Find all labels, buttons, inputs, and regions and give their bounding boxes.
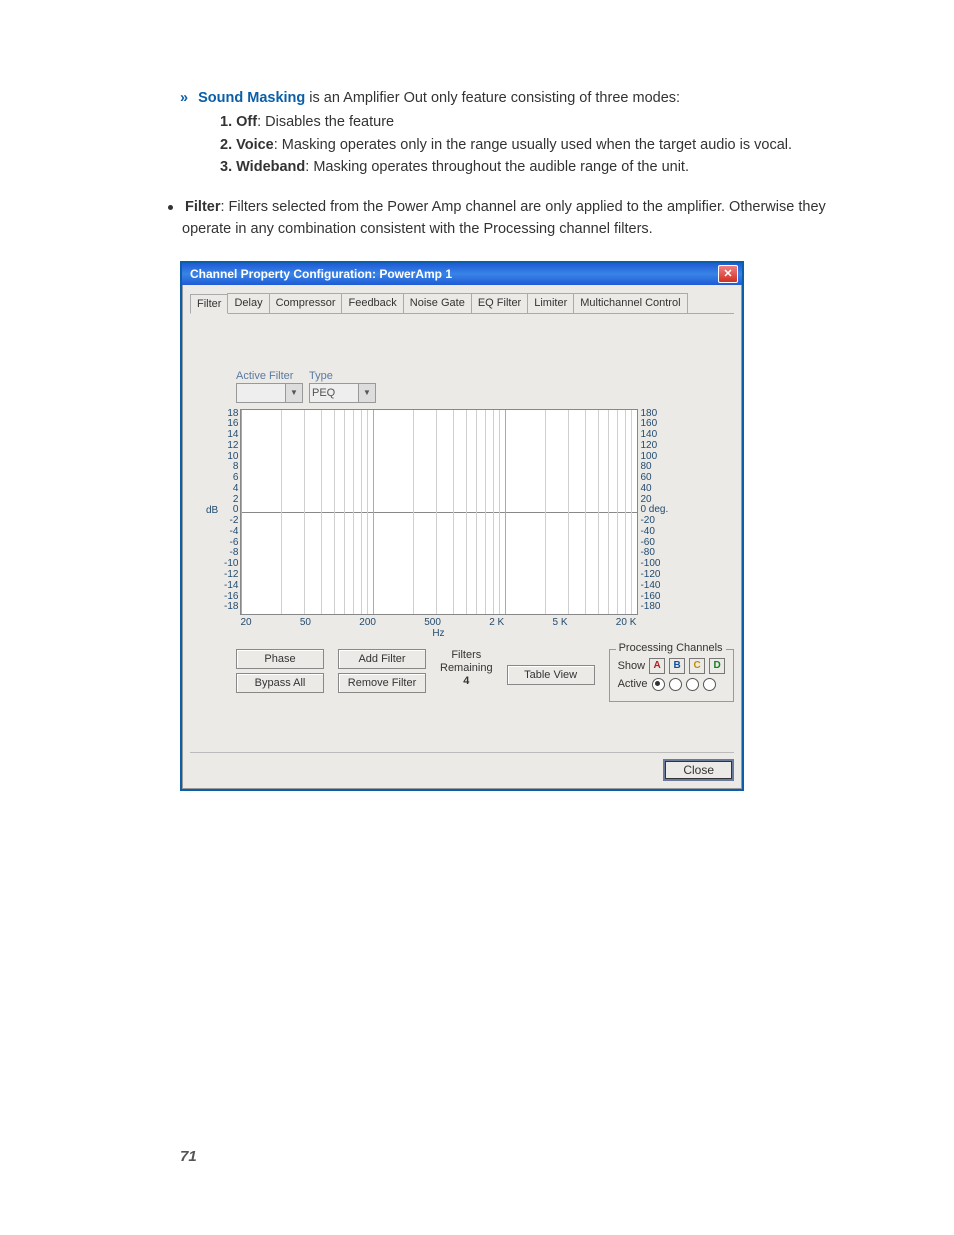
tab-compressor[interactable]: Compressor bbox=[269, 293, 343, 313]
type-label: Type bbox=[309, 370, 376, 382]
show-c-toggle[interactable]: C bbox=[689, 658, 705, 674]
tab-delay[interactable]: Delay bbox=[227, 293, 269, 313]
type-dropdown[interactable]: ▼ bbox=[309, 383, 376, 403]
active-a-radio[interactable] bbox=[652, 678, 665, 691]
table-view-button[interactable]: Table View bbox=[507, 665, 595, 685]
filter-title: Filter bbox=[185, 199, 220, 215]
tab-feedback[interactable]: Feedback bbox=[341, 293, 403, 313]
sound-masking-block: » Sound Masking is an Amplifier Out only… bbox=[180, 88, 844, 179]
sm-title: Sound Masking bbox=[198, 90, 305, 106]
active-b-radio[interactable] bbox=[669, 678, 682, 691]
close-icon[interactable]: ✕ bbox=[718, 265, 738, 283]
zero-line bbox=[241, 512, 637, 513]
phase-button[interactable]: Phase bbox=[236, 649, 324, 669]
close-button[interactable]: Close bbox=[663, 759, 734, 781]
show-label: Show bbox=[618, 660, 646, 672]
list-item: 2. Voice: Masking operates only in the r… bbox=[220, 135, 844, 157]
list-item: 3. Wideband: Masking operates throughout… bbox=[220, 157, 844, 179]
chevron-icon: » bbox=[180, 90, 188, 106]
chart-grid[interactable] bbox=[240, 409, 638, 615]
tab-filter[interactable]: Filter bbox=[190, 294, 228, 314]
processing-channels-group: Processing Channels Show A B C D Active bbox=[609, 649, 735, 702]
bullet-icon bbox=[168, 205, 173, 210]
titlebar[interactable]: Channel Property Configuration: PowerAmp… bbox=[182, 263, 742, 285]
page-number: 71 bbox=[180, 1148, 197, 1165]
x-axis: 20502005002 K5 K20 K bbox=[240, 617, 636, 628]
y-left-axis: 181614121086420-2-4-6-8-10-12-14-16-18 bbox=[222, 409, 240, 613]
active-filter-input bbox=[237, 387, 285, 399]
remove-filter-button[interactable]: Remove Filter bbox=[338, 673, 426, 693]
active-d-radio[interactable] bbox=[703, 678, 716, 691]
y-axis-label: dB bbox=[206, 505, 218, 516]
active-label: Active bbox=[618, 678, 648, 690]
dialog-title: Channel Property Configuration: PowerAmp… bbox=[190, 267, 452, 281]
sm-modes: 1. Off: Disables the feature 2. Voice: M… bbox=[220, 112, 844, 179]
y-right-axis: 180160140120100806040200 deg.-20-40-60-8… bbox=[638, 409, 670, 613]
show-a-toggle[interactable]: A bbox=[649, 658, 665, 674]
show-d-toggle[interactable]: D bbox=[709, 658, 725, 674]
tab-multichannel[interactable]: Multichannel Control bbox=[573, 293, 687, 313]
filter-line2: operate in any combination consistent wi… bbox=[182, 219, 844, 241]
sm-desc: is an Amplifier Out only feature consist… bbox=[305, 90, 680, 106]
tab-bar: Filter Delay Compressor Feedback Noise G… bbox=[190, 293, 734, 314]
active-c-radio[interactable] bbox=[686, 678, 699, 691]
filters-remaining: Filters Remaining 4 bbox=[440, 649, 493, 689]
bypass-all-button[interactable]: Bypass All bbox=[236, 673, 324, 693]
chevron-down-icon[interactable]: ▼ bbox=[358, 384, 375, 402]
add-filter-button[interactable]: Add Filter bbox=[338, 649, 426, 669]
tab-eq-filter[interactable]: EQ Filter bbox=[471, 293, 528, 313]
filter-line1: : Filters selected from the Power Amp ch… bbox=[220, 199, 825, 215]
tab-limiter[interactable]: Limiter bbox=[527, 293, 574, 313]
active-filter-dropdown[interactable]: ▼ bbox=[236, 383, 303, 403]
pc-legend: Processing Channels bbox=[616, 642, 726, 654]
channel-property-dialog: Channel Property Configuration: PowerAmp… bbox=[180, 261, 744, 791]
filter-block: Filter: Filters selected from the Power … bbox=[168, 197, 844, 241]
active-filter-label: Active Filter bbox=[236, 370, 303, 382]
filter-chart: dB 181614121086420-2-4-6-8-10-12-14-16-1… bbox=[222, 409, 728, 639]
list-item: 1. Off: Disables the feature bbox=[220, 112, 844, 134]
type-input bbox=[310, 387, 358, 399]
x-axis-label: Hz bbox=[240, 628, 636, 639]
tab-noise-gate[interactable]: Noise Gate bbox=[403, 293, 472, 313]
chevron-down-icon[interactable]: ▼ bbox=[285, 384, 302, 402]
show-b-toggle[interactable]: B bbox=[669, 658, 685, 674]
